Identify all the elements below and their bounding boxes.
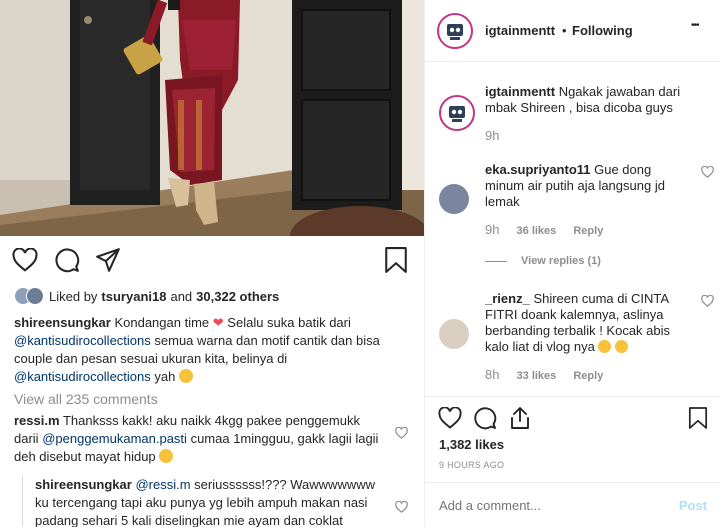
likes-prefix: Liked by	[49, 288, 98, 304]
avatar[interactable]	[439, 95, 475, 131]
comment-like-heart-icon[interactable]	[701, 294, 714, 311]
bookmark-icon[interactable]	[683, 403, 713, 433]
add-comment-input[interactable]	[439, 497, 679, 513]
bookmark-icon[interactable]	[381, 245, 411, 275]
comment-like-heart-icon[interactable]	[701, 165, 714, 182]
comment-icon[interactable]	[470, 403, 500, 433]
comment-username[interactable]: ressi.m	[14, 413, 60, 428]
avatar[interactable]	[439, 319, 469, 349]
post-date[interactable]: 9 HOURS AGO	[439, 460, 504, 470]
comment-meta: 9h 36 likes Reply	[485, 222, 707, 239]
divider	[485, 260, 507, 262]
igtainment-logo	[447, 24, 463, 40]
avatar[interactable]	[437, 13, 473, 49]
caption-mention[interactable]: @kantisudirocollections	[14, 369, 151, 384]
comment-likes[interactable]: 36 likes	[517, 225, 557, 237]
comment-body: eka.supriyanto11 Gue dong minum air puti…	[485, 162, 681, 210]
comment-time[interactable]: 9h	[485, 222, 499, 237]
list-item: ressi.m Thanksss kakk! aku naikk 4kgg pa…	[14, 412, 410, 466]
left-panel: Liked by tsuryani18 and 30,322 others sh…	[0, 0, 424, 527]
comment-time[interactable]: 8h	[485, 367, 499, 382]
follow-status-button[interactable]: Following	[572, 23, 633, 38]
list-item: _rienz_ Shireen cuma di CINTA FITRI doan…	[439, 291, 714, 384]
post-actions	[0, 236, 424, 284]
more-icon[interactable]: •••	[691, 20, 699, 31]
right-panel: igtainmentt • Following ••• igtainmentt …	[424, 0, 720, 527]
comment-body: igtainmentt Ngakak jawaban dari mbak Shi…	[485, 84, 681, 116]
likes-count[interactable]: 1,382 likes	[439, 437, 504, 452]
caption-text: Kondangan time	[114, 315, 210, 330]
comment-username[interactable]: shireensungkar	[35, 477, 132, 492]
heart-icon[interactable]	[435, 403, 465, 433]
likes-count-link[interactable]: 30,322 others	[196, 289, 279, 304]
post-header: igtainmentt • Following •••	[425, 0, 720, 62]
comment-like-heart-icon[interactable]	[395, 500, 408, 518]
view-replies-button[interactable]: View replies (1)	[485, 253, 707, 269]
post-actions-right: 1,382 likes 9 HOURS AGO	[425, 396, 720, 482]
comments-list: igtainmentt Ngakak jawaban dari mbak Shi…	[425, 63, 720, 395]
avatar[interactable]	[439, 184, 469, 214]
caption-text: yah	[154, 369, 176, 384]
list-item: igtainmentt Ngakak jawaban dari mbak Shi…	[439, 84, 707, 145]
header-username[interactable]: igtainmentt	[485, 23, 555, 38]
comment-meta: 9h	[485, 128, 707, 145]
smile-emoji-icon	[178, 369, 193, 383]
comment-meta: 8h 33 likes Reply	[485, 367, 707, 384]
view-all-comments-link[interactable]: View all 235 comments	[14, 390, 410, 408]
likes-user-link[interactable]: tsuryani18	[101, 289, 166, 304]
post-text: shireensungkar Kondangan time ❤ Selalu s…	[14, 314, 410, 527]
photo-illustration	[0, 0, 424, 236]
caption-username[interactable]: shireensungkar	[14, 315, 111, 330]
avatar	[26, 287, 44, 305]
heart-emoji-icon: ❤	[212, 315, 224, 330]
comment-mention[interactable]: @ressi.m	[135, 477, 190, 492]
comment-likes[interactable]: 33 likes	[517, 370, 557, 382]
share-icon[interactable]	[93, 245, 123, 275]
comment-username[interactable]: eka.supriyanto11	[485, 162, 591, 177]
header-separator: •	[562, 23, 567, 38]
comment-body: _rienz_ Shireen cuma di CINTA FITRI doan…	[485, 291, 681, 355]
comment-icon[interactable]	[52, 245, 82, 275]
laugh-emoji-icon	[598, 340, 612, 353]
caption-mention[interactable]: @kantisudirocollections	[14, 333, 151, 348]
caption: shireensungkar Kondangan time ❤ Selalu s…	[14, 314, 410, 386]
view-replies-label: View replies (1)	[521, 255, 601, 267]
add-comment-bar: Post	[425, 482, 720, 527]
comment-mention[interactable]: @penggemukaman.pasti	[42, 431, 187, 446]
likes-and: and	[170, 288, 193, 304]
comment-time[interactable]: 9h	[485, 128, 499, 143]
laugh-emoji-icon	[615, 340, 629, 353]
comment-username[interactable]: _rienz_	[485, 291, 530, 306]
share-icon[interactable]	[505, 403, 535, 433]
caption-text: Selalu suka batik dari	[227, 315, 351, 330]
reply-button[interactable]: Reply	[573, 370, 603, 382]
post-button[interactable]: Post	[679, 498, 707, 513]
laugh-emoji-icon	[159, 449, 174, 463]
igtainment-logo	[449, 106, 465, 122]
list-item: eka.supriyanto11 Gue dong minum air puti…	[439, 162, 714, 269]
comment-username[interactable]: igtainmentt	[485, 84, 555, 99]
post-photo[interactable]	[0, 0, 424, 236]
reply-button[interactable]: Reply	[573, 225, 603, 237]
likes-summary: Liked by tsuryani18 and 30,322 others	[14, 285, 279, 307]
heart-icon[interactable]	[10, 245, 40, 275]
comment-like-heart-icon[interactable]	[395, 426, 408, 444]
list-item: shireensungkar @ressi.m seriussssss!??? …	[22, 476, 410, 527]
